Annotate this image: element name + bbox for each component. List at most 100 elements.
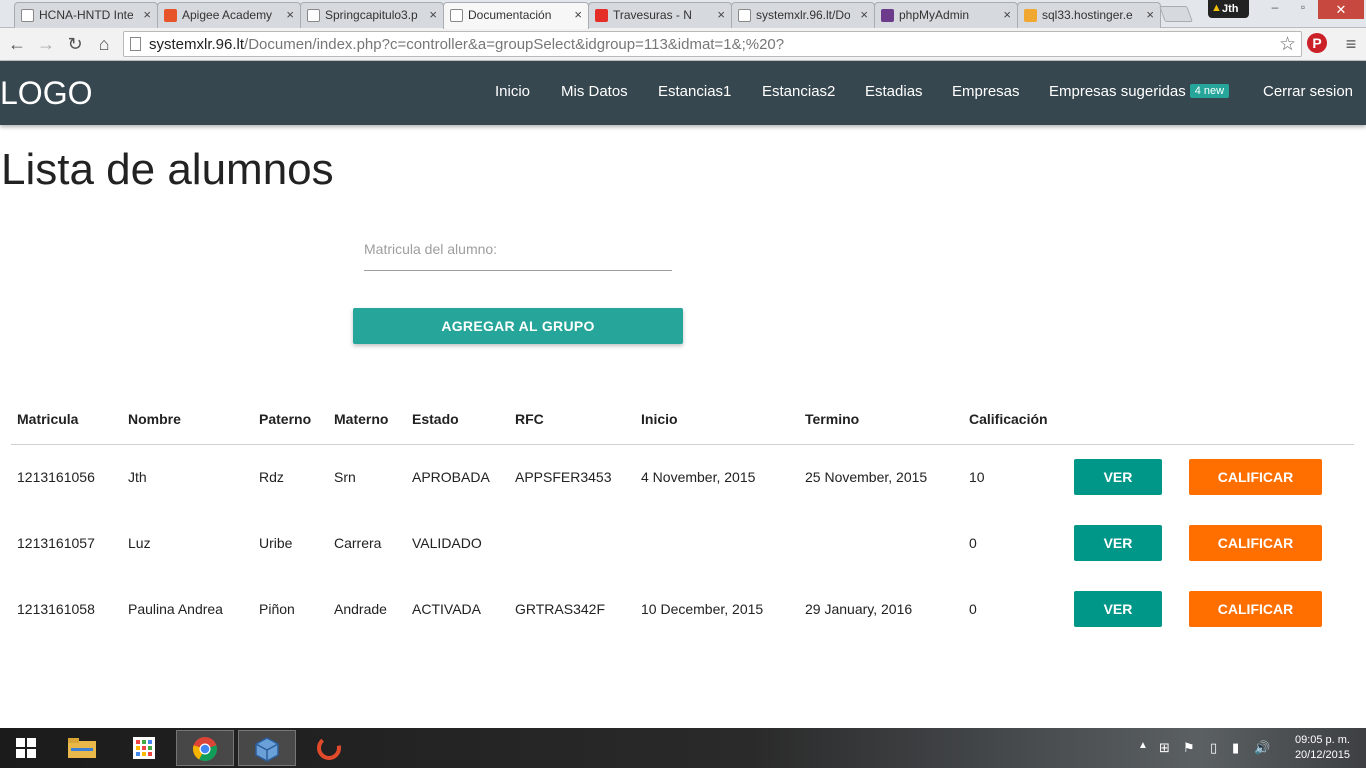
table-header-row: Matricula Nombre Paterno Materno Estado … (11, 395, 1354, 445)
menu-icon[interactable]: ≡ (1340, 33, 1362, 55)
grade-button[interactable]: CALIFICAR (1189, 591, 1322, 627)
tab-close-icon[interactable]: × (1146, 7, 1154, 22)
cell-termino: 25 November, 2015 (805, 469, 928, 486)
maximize-icon[interactable]: ▫ (1290, 0, 1316, 18)
browser-tab-phpmyadmin[interactable]: phpMyAdmin × (874, 2, 1018, 28)
browser-tab-travesuras[interactable]: Travesuras - N × (588, 2, 732, 28)
tab-label: systemxlr.96.lt/Do (756, 8, 850, 22)
reload-icon[interactable]: ↻ (64, 33, 86, 55)
windows-start-icon[interactable] (0, 730, 52, 766)
tab-close-icon[interactable]: × (860, 7, 868, 22)
browser-tab-apigee[interactable]: Apigee Academy × (157, 2, 301, 28)
cell-rfc: GRTRAS342F (515, 601, 605, 617)
address-bar[interactable]: systemxlr.96.lt/Documen/index.php?c=cont… (123, 31, 1302, 57)
store-icon[interactable] (116, 730, 172, 766)
browser-tab-sql33[interactable]: sql33.hostinger.e × (1017, 2, 1161, 28)
nav-item-estadias[interactable]: Estadias (865, 83, 923, 100)
cell-matricula: 1213161056 (17, 469, 95, 486)
bookmark-star-icon[interactable]: ☆ (1279, 33, 1296, 56)
tab-close-icon[interactable]: × (286, 7, 294, 22)
pinterest-icon[interactable]: P (1307, 33, 1327, 53)
nav-item-estancias2[interactable]: Estancias2 (762, 83, 835, 100)
clock-time: 09:05 p. m. (1294, 734, 1350, 746)
column-header: Calificación (963, 395, 1068, 445)
back-icon[interactable]: ← (6, 33, 28, 55)
nav-item-empresas[interactable]: Empresas (952, 83, 1020, 100)
forward-icon[interactable]: → (35, 33, 57, 55)
grade-button[interactable]: CALIFICAR (1189, 525, 1322, 561)
cell-calificacion: 0 (969, 535, 977, 551)
column-header: Termino (799, 395, 963, 445)
browser-tab-documentacion[interactable]: Documentación × (443, 2, 589, 29)
browser-tab-systemxlr[interactable]: systemxlr.96.lt/Do × (731, 2, 875, 28)
cell-estado: APROBADA (412, 469, 490, 486)
network-icon[interactable]: ⊞ (1159, 740, 1170, 756)
home-icon[interactable]: ⌂ (93, 33, 115, 55)
cell-materno: Carrera (334, 535, 382, 551)
column-header: Materno (328, 395, 406, 445)
app-icon[interactable] (300, 730, 358, 766)
tab-label: Springcapitulo3.p (325, 8, 418, 22)
system-clock[interactable]: 09:05 p. m. 20/12/2015 (1284, 733, 1350, 763)
site-logo[interactable]: LOGO (0, 75, 92, 112)
profile-button[interactable]: ▲ Jth (1208, 0, 1249, 18)
view-button[interactable]: VER (1074, 525, 1162, 561)
hostinger-icon (881, 9, 894, 22)
new-tab-button[interactable] (1159, 6, 1193, 22)
tab-close-icon[interactable]: × (143, 7, 151, 22)
nav-item-mis-datos[interactable]: Mis Datos (561, 83, 628, 100)
url-host: systemxlr.96.lt (149, 36, 245, 53)
cell-matricula: 1213161058 (17, 601, 95, 617)
column-header: Estado (406, 395, 509, 445)
nav-item-label: Empresas sugeridas (1049, 83, 1186, 100)
file-explorer-icon[interactable] (54, 730, 110, 766)
apigee-icon (164, 9, 177, 22)
column-header: Matricula (11, 395, 122, 445)
nav-item-estancias1[interactable]: Estancias1 (658, 83, 731, 100)
battery-icon[interactable]: ▯ (1210, 740, 1217, 756)
tab-close-icon[interactable]: × (574, 7, 582, 22)
cell-calificar: CALIFICAR (1183, 510, 1354, 576)
tab-close-icon[interactable]: × (1003, 7, 1011, 22)
matricula-input[interactable] (364, 270, 672, 271)
nav-item-empresas-sugeridas[interactable]: Empresas sugeridas 4 new (1049, 83, 1230, 100)
browser-tab-spring[interactable]: Springcapitulo3.p × (300, 2, 444, 28)
cell-calificar: CALIFICAR (1183, 444, 1354, 510)
chrome-icon[interactable] (176, 730, 234, 766)
page-info-icon[interactable] (130, 37, 141, 51)
view-button[interactable]: VER (1074, 591, 1162, 627)
action-center-icon[interactable]: ⚑ (1183, 740, 1195, 756)
site-navbar: LOGO Inicio Mis Datos Estancias1 Estanci… (0, 61, 1366, 125)
minimize-icon[interactable]: – (1262, 0, 1288, 18)
column-header: RFC (509, 395, 635, 445)
tab-close-icon[interactable]: × (717, 7, 725, 22)
nav-item-cerrar-sesion[interactable]: Cerrar sesion (1263, 83, 1353, 100)
browser-tab-hcna[interactable]: HCNA-HNTD Inte × (14, 2, 158, 28)
tab-label: Apigee Academy (182, 8, 273, 22)
tray-expand-icon[interactable]: ▲ (1138, 740, 1148, 751)
page-icon (307, 9, 320, 22)
url-text[interactable]: systemxlr.96.lt/Documen/index.php?c=cont… (149, 36, 784, 53)
tab-label: HCNA-HNTD Inte (39, 8, 133, 22)
cell-materno: Srn (334, 469, 356, 486)
grade-button[interactable]: CALIFICAR (1189, 459, 1322, 496)
page-icon (738, 9, 751, 22)
signal-icon[interactable]: ▮ (1232, 740, 1239, 756)
tab-close-icon[interactable]: × (429, 7, 437, 22)
view-button[interactable]: VER (1074, 459, 1162, 496)
cell-paterno: Piñon (259, 601, 295, 617)
close-window-icon[interactable]: ✕ (1318, 0, 1364, 19)
page-title: Lista de alumnos (1, 145, 334, 194)
tab-label: phpMyAdmin (899, 8, 970, 22)
windows-taskbar: ▲ ⊞ ⚑ ▯ ▮ 🔊 09:05 p. m. 20/12/2015 (0, 728, 1366, 768)
warning-icon: ▲ (1211, 2, 1222, 14)
cell-calificar: CALIFICAR (1183, 576, 1354, 642)
column-header: Paterno (253, 395, 328, 445)
volume-icon[interactable]: 🔊 (1254, 740, 1270, 756)
virtualbox-icon[interactable] (238, 730, 296, 766)
column-header: Inicio (635, 395, 799, 445)
add-to-group-button[interactable]: AGREGAR AL GRUPO (353, 308, 683, 344)
cell-nombre: Jth (128, 469, 147, 486)
nav-item-inicio[interactable]: Inicio (495, 83, 530, 100)
cell-termino (799, 510, 963, 576)
